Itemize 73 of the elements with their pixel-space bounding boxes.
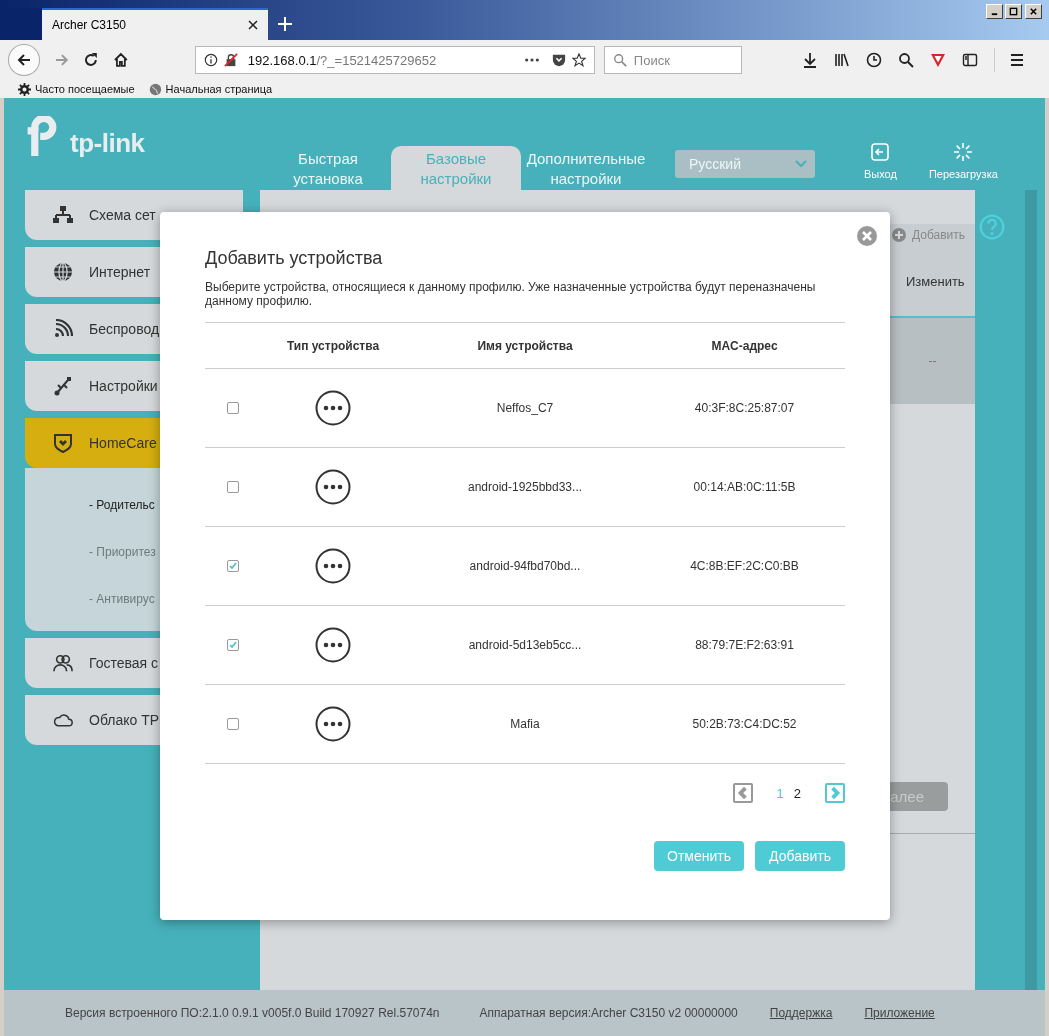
column-header: MAC-адрес	[710, 338, 779, 353]
footer-link[interactable]: Поддержка	[769, 1006, 833, 1020]
sidebar-icon[interactable]	[962, 52, 978, 68]
network-icon	[53, 205, 73, 225]
download-icon[interactable]	[802, 52, 818, 68]
checkbox[interactable]	[226, 402, 239, 414]
device-name: Neffos_C7	[496, 401, 554, 415]
shield-icon[interactable]	[930, 52, 946, 68]
checkbox[interactable]	[226, 481, 239, 493]
info-icon[interactable]	[203, 53, 218, 67]
scrollbar[interactable]	[1025, 190, 1037, 990]
footer-link[interactable]: Приложение	[864, 1006, 935, 1020]
device-name: android-1925bbd33...	[467, 480, 583, 494]
star-icon[interactable]	[571, 53, 586, 67]
more-icon	[315, 627, 351, 663]
pocket-icon[interactable]	[551, 53, 566, 67]
device-name: Mafia	[510, 717, 540, 731]
gear-icon	[18, 82, 31, 96]
back-arrow-icon	[15, 52, 32, 68]
device-name: android-5d13eb5cc...	[468, 638, 582, 652]
library-icon[interactable]	[834, 52, 850, 68]
more-icon	[315, 469, 351, 505]
reload-icon[interactable]	[83, 52, 100, 68]
usb-icon	[53, 376, 73, 396]
maximize-icon	[1009, 7, 1018, 16]
mac-address: 40:3F:8C:25:87:07	[694, 401, 795, 415]
more-icon	[315, 706, 351, 742]
back-button[interactable]	[8, 44, 40, 76]
wireless-icon	[53, 319, 73, 339]
search-field[interactable]: Поиск	[603, 46, 742, 74]
new-tab-icon[interactable]	[278, 17, 292, 31]
menu-icon[interactable]	[1009, 52, 1025, 68]
mac-address: 00:14:AB:0C:11:5B	[693, 480, 796, 494]
search-icon[interactable]	[898, 52, 914, 68]
mac-address: 4C:8B:EF:2C:C0:BB	[690, 559, 799, 573]
plus-icon	[892, 228, 906, 242]
chevron-icon	[795, 160, 807, 168]
checkbox[interactable]	[226, 718, 239, 730]
close-icon	[1029, 7, 1038, 16]
mac-address: 50:2B:73:C4:DC:52	[692, 717, 797, 731]
users-icon	[53, 653, 73, 673]
bookmark-link[interactable]: Начальная страница	[148, 82, 273, 96]
firmware-version: Версия встроенного ПО:2.1.0 0.9.1 v005f.0 Build 170927 Rel.57074n	[65, 1006, 440, 1020]
more-icon[interactable]	[523, 57, 540, 63]
close-icon[interactable]	[248, 20, 258, 30]
search-icon	[612, 53, 627, 67]
table-cell: --	[890, 318, 975, 404]
bookmark-link[interactable]: Часто посещаемые	[18, 82, 135, 96]
shield-icon	[53, 433, 73, 453]
column-header: Изменить	[890, 246, 975, 318]
home-icon[interactable]	[113, 52, 129, 68]
page-link[interactable]: 2	[793, 785, 801, 801]
more-icon	[315, 390, 351, 426]
globe-icon	[53, 262, 73, 282]
checkbox[interactable]	[226, 639, 239, 651]
address-field[interactable]: 192.168.0.1/?_=1521425729652	[194, 46, 595, 74]
mac-address: 88:79:7E:F2:63:91	[695, 638, 794, 652]
more-icon	[315, 548, 351, 584]
spinner-icon	[953, 142, 974, 162]
column-header: Тип устройства	[285, 338, 381, 353]
history-icon[interactable]	[866, 52, 882, 68]
browser-tab[interactable]: Archer C3150	[42, 8, 268, 40]
logout-icon	[870, 142, 891, 162]
checkbox[interactable]	[226, 560, 239, 572]
insecure-lock-icon[interactable]	[223, 53, 238, 67]
hardware-version: Аппаратная версия:Archer C3150 v2 00000000	[479, 1006, 738, 1020]
globe-icon	[148, 82, 162, 96]
brand-name: tp-link	[70, 128, 145, 159]
close-button[interactable]	[1025, 4, 1042, 19]
minimize-button[interactable]	[986, 4, 1003, 19]
maximize-button[interactable]	[1005, 4, 1022, 19]
device-name: android-94fbd70bd...	[469, 559, 581, 573]
column-header: Имя устройства	[476, 338, 574, 353]
